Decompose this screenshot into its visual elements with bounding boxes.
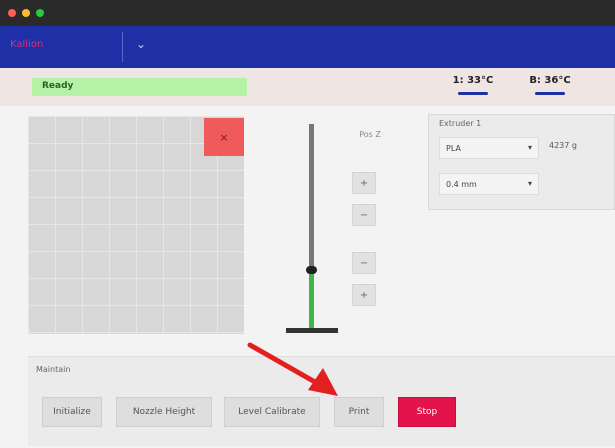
extruder-title: Extruder 1 [439, 119, 482, 128]
window-zoom-button[interactable] [36, 9, 44, 17]
initialize-button[interactable]: Initialize [42, 397, 102, 427]
window-titlebar [0, 0, 615, 26]
nozzle-select[interactable]: 0.4 mm ▾ [439, 173, 539, 195]
status-bar: Ready 1: 33°C B: 36°C [0, 68, 615, 106]
z-axis-base [286, 328, 338, 333]
z-axis-label: Pos Z [359, 130, 381, 139]
z-down-coarse-button[interactable]: − [352, 252, 376, 274]
status-text: Ready [42, 81, 74, 91]
plus-icon: + [359, 289, 369, 301]
app-logo: Kallion [10, 39, 44, 50]
z-axis-slider-handle[interactable] [306, 266, 317, 274]
z-down-fine-button[interactable]: − [352, 204, 376, 226]
maintenance-panel: Maintain Initialize Nozzle Height Level … [28, 356, 615, 446]
plus-icon: + [359, 177, 369, 189]
main-panel: × Pos Z + − − + Extruder 1 PLA ▾ 4237 g … [0, 106, 615, 448]
chevron-down-icon: ▾ [527, 179, 532, 188]
extruder-temperature-bar [458, 92, 488, 95]
minus-icon: − [359, 209, 369, 221]
z-up-coarse-button[interactable]: + [352, 284, 376, 306]
bed-temperature-bar [535, 92, 565, 95]
maintenance-title: Maintain [36, 365, 71, 374]
extruder-panel: Extruder 1 PLA ▾ 4237 g 0.4 mm ▾ [428, 114, 615, 210]
bed-temperature: B: 36°C [529, 75, 571, 86]
level-calibrate-button[interactable]: Level Calibrate [224, 397, 320, 427]
extruder-temperature: 1: 33°C [452, 75, 494, 86]
app-header: Kallion ⌄ [0, 26, 615, 68]
z-axis-level-fill [309, 270, 314, 329]
material-select[interactable]: PLA ▾ [439, 137, 539, 159]
nozzle-value: 0.4 mm [446, 180, 477, 189]
chevron-down-icon: ▾ [527, 143, 532, 152]
status-badge: Ready [32, 78, 247, 96]
z-up-fine-button[interactable]: + [352, 172, 376, 194]
stop-button[interactable]: Stop [398, 397, 456, 427]
jog-close-button[interactable]: × [204, 118, 244, 156]
filament-weight: 4237 g [549, 141, 577, 150]
chevron-down-icon[interactable]: ⌄ [136, 37, 146, 51]
print-button[interactable]: Print [334, 397, 384, 427]
close-icon: × [219, 130, 229, 144]
window-minimize-button[interactable] [22, 9, 30, 17]
header-divider [122, 32, 123, 62]
nozzle-height-button[interactable]: Nozzle Height [116, 397, 212, 427]
material-value: PLA [446, 144, 461, 153]
minus-icon: − [359, 257, 369, 269]
window-close-button[interactable] [8, 9, 16, 17]
